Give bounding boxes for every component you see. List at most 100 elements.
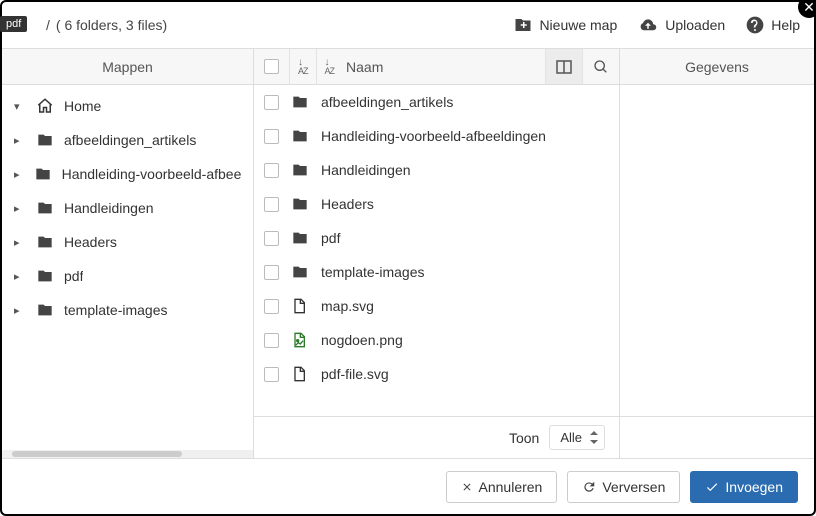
expand-arrow-icon[interactable]: ▸ [14,134,26,147]
file-name-label: template-images [321,264,609,280]
tree-item-label: pdf [64,268,83,284]
tree-item-label: template-images [64,302,168,318]
folder-icon [36,200,54,216]
refresh-icon [582,480,596,494]
file-name-label: pdf-file.svg [321,366,609,382]
info-panel-body [620,85,814,416]
file-row[interactable]: afbeeldingen_artikels [254,85,619,119]
row-checkbox[interactable] [264,299,279,314]
help-icon [745,15,765,35]
tree-item[interactable]: ▸Headers [2,225,253,259]
row-checkbox[interactable] [264,333,279,348]
row-checkbox[interactable] [264,265,279,280]
expand-arrow-icon[interactable]: ▾ [14,100,26,113]
new-folder-label: Nieuwe map [539,17,617,33]
refresh-label: Verversen [602,479,665,495]
tree-item-label: afbeeldingen_artikels [64,132,196,148]
file-list: afbeeldingen_artikels Handleiding-voorbee… [254,85,619,416]
tree-item-label: Handleidingen [64,200,154,216]
row-checkbox[interactable] [264,231,279,246]
help-button[interactable]: Help [745,15,800,35]
sort-icon: ↓AZ [298,59,308,75]
file-row[interactable]: Handleidingen [254,153,619,187]
check-icon [705,480,719,494]
folder-icon [291,94,309,110]
tree-item-label: Home [64,98,101,114]
row-checkbox[interactable] [264,367,279,382]
file-name-label: map.svg [321,298,609,314]
folder-icon [34,166,52,182]
file-row[interactable]: map.svg [254,289,619,323]
folder-icon [36,302,54,318]
row-checkbox[interactable] [264,129,279,144]
folder-icon [36,268,54,284]
file-name-label: pdf [321,230,609,246]
tree-item[interactable]: ▸ Handleiding-voorbeeld-afbeeldingen [2,157,253,191]
new-folder-button[interactable]: Nieuwe map [513,16,617,34]
cancel-button[interactable]: Annuleren [446,471,558,503]
tree-item[interactable]: ▸ afbeeldingen_artikels [2,123,253,157]
file-row[interactable]: nogdoen.png [254,323,619,357]
folder-icon [36,132,54,148]
file-name-label: nogdoen.png [321,332,609,348]
folder-icon [291,230,309,246]
folder-icon [291,264,309,280]
view-columns-button[interactable] [546,49,583,84]
file-row[interactable]: Headers [254,187,619,221]
breadcrumb: / ( 6 folders, 3 files) [46,17,167,33]
insert-button[interactable]: Invoegen [690,471,798,503]
expand-arrow-icon[interactable]: ▸ [14,202,26,215]
x-icon [461,481,473,493]
expand-arrow-icon[interactable]: ▸ [14,270,26,283]
file-row[interactable]: template-images [254,255,619,289]
show-label: Toon [509,430,539,446]
pdf-badge: pdf [0,16,27,32]
search-button[interactable] [583,49,619,84]
horizontal-scrollbar[interactable] [2,450,253,458]
expand-arrow-icon[interactable]: ▸ [14,304,26,317]
folders-panel-header: Mappen [2,49,253,85]
select-all-checkbox[interactable] [264,59,279,74]
file-row[interactable]: Handleiding-voorbeeld-afbeeldingen [254,119,619,153]
row-checkbox[interactable] [264,163,279,178]
sort-by-type-button[interactable]: ↓AZ [290,49,317,84]
show-filter-select[interactable]: Alle [549,425,605,450]
folder-icon [291,128,309,144]
sort-icon[interactable]: ↓AZ [325,59,335,75]
tree-item[interactable]: ▾ Home [2,89,253,123]
home-icon [36,97,54,115]
cancel-label: Annuleren [479,479,543,495]
file-name-label: Handleiding-voorbeeld-afbeeldingen [321,128,609,144]
column-name-header[interactable]: Naam [346,59,383,75]
tree-item-label: Handleiding-voorbeeld-afbeeldingen [62,166,241,182]
expand-arrow-icon[interactable]: ▸ [14,168,24,181]
folder-tree: ▾ Home ▸ afbeeldingen_artikels ▸ Handleiding-… [2,85,253,450]
upload-label: Uploaden [665,17,725,33]
tree-item[interactable]: ▸ pdf [2,259,253,293]
insert-label: Invoegen [725,479,783,495]
file-name-label: Headers [321,196,609,212]
columns-icon [556,60,572,74]
image-file-icon [291,331,309,349]
tree-item[interactable]: ▸ Handleidingen [2,191,253,225]
upload-button[interactable]: Uploaden [637,16,725,34]
file-row[interactable]: pdf-file.svg [254,357,619,391]
file-row[interactable]: pdf [254,221,619,255]
file-name-label: Handleidingen [321,162,609,178]
folder-icon [36,234,54,250]
row-checkbox[interactable] [264,95,279,110]
search-icon [593,59,609,75]
tree-item[interactable]: ▸ template-images [2,293,253,327]
expand-arrow-icon[interactable]: ▸ [14,236,26,249]
breadcrumb-path[interactable]: / [46,17,50,33]
folder-plus-icon [513,16,533,34]
file-list-header: ↓AZ ↓AZ Naam [254,49,619,85]
file-icon [291,297,309,315]
cloud-upload-icon [637,16,659,34]
breadcrumb-summary: ( 6 folders, 3 files) [56,17,167,33]
row-checkbox[interactable] [264,197,279,212]
file-name-label: afbeeldingen_artikels [321,94,609,110]
refresh-button[interactable]: Verversen [567,471,680,503]
folder-icon [291,162,309,178]
info-panel-header: Gegevens [620,49,814,85]
